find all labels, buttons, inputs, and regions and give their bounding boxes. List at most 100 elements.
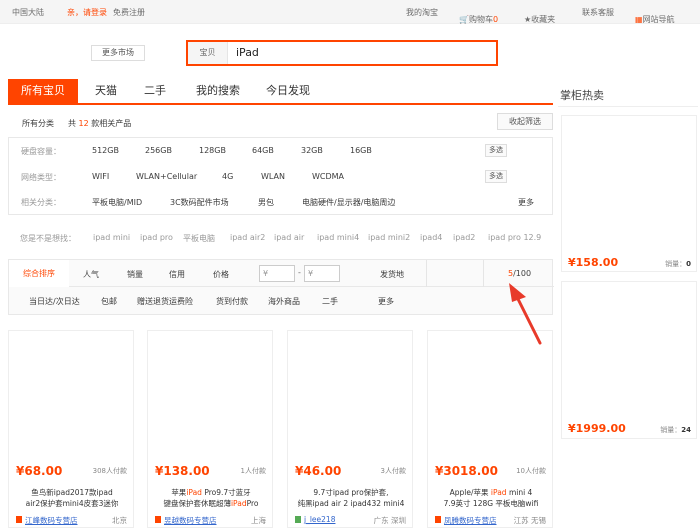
- product-title-line1[interactable]: 苹果iPad Pro9.7寸蓝牙: [154, 487, 268, 498]
- product-title-line2[interactable]: air2保护套mini4皮套3迷你: [15, 498, 129, 509]
- shop-link[interactable]: 凤腾数码专营店: [435, 515, 497, 526]
- suggestion-link[interactable]: ipad mini4: [317, 233, 359, 242]
- service-option[interactable]: 包邮: [101, 296, 117, 307]
- more-market-button[interactable]: 更多市场: [91, 45, 145, 61]
- product-price: ¥3018.00: [435, 464, 499, 478]
- sidebar-product-price: ¥1999.00: [568, 422, 626, 435]
- service-option[interactable]: 当日达/次日达: [29, 296, 80, 307]
- filter-option[interactable]: 512GB: [92, 146, 119, 155]
- suggestion-link[interactable]: ipad4: [420, 233, 442, 242]
- register-link[interactable]: 免费注册: [113, 7, 145, 18]
- sidebar-product-price: ¥158.00: [568, 256, 619, 269]
- more-categories-link[interactable]: 更多: [518, 197, 534, 208]
- shop-link[interactable]: 江峰数码专营店: [16, 515, 78, 526]
- product-title-line1[interactable]: Apple/苹果 iPad mini 4: [434, 487, 548, 498]
- sort-sales[interactable]: 销量: [127, 269, 143, 280]
- filter-option[interactable]: 128GB: [199, 146, 226, 155]
- product-title-line1[interactable]: 9.7寸ipad pro保护套,: [294, 487, 408, 498]
- product-title-line2[interactable]: 纯黑ipad air 2 ipad432 mini4: [294, 498, 408, 509]
- my-taobao-link[interactable]: 我的淘宝: [406, 7, 438, 18]
- shop-link[interactable]: 昱越数码专营店: [155, 515, 217, 526]
- filter-option[interactable]: 16GB: [350, 146, 372, 155]
- multi-select-button[interactable]: 多选: [485, 170, 507, 183]
- sort-row: 综合排序 人气 销量 信用 价格 ¥ - ¥ 发货地 5/100: [9, 260, 554, 287]
- collapse-filter-button[interactable]: 收起筛选: [497, 113, 553, 130]
- suggestion-link[interactable]: ipad air2: [230, 233, 265, 242]
- product-title-line2[interactable]: 7.9英寸 128G 平板电脑wifi: [434, 498, 548, 509]
- filter-option[interactable]: WLAN: [261, 172, 285, 181]
- tab-all-items[interactable]: 所有宝贝: [8, 79, 78, 103]
- more-services-link[interactable]: 更多: [378, 296, 394, 307]
- tab-second-hand[interactable]: 二手: [135, 79, 175, 103]
- suggestion-link[interactable]: ipad air: [274, 233, 304, 242]
- service-option[interactable]: 货到付款: [216, 296, 248, 307]
- filter-option[interactable]: 32GB: [301, 146, 323, 155]
- price-min-input[interactable]: ¥: [259, 265, 295, 282]
- search-box: 宝贝: [186, 40, 498, 66]
- login-link[interactable]: 亲，请登录: [67, 7, 107, 18]
- product-sold: 10人付款: [516, 467, 546, 475]
- filter-option[interactable]: 3C数码配件市场: [170, 197, 229, 208]
- sort-popularity[interactable]: 人气: [83, 269, 99, 280]
- suggestion-link[interactable]: ipad pro 12.9: [488, 233, 541, 242]
- site-nav-link[interactable]: ▦网站导航: [635, 7, 675, 24]
- customer-service-link[interactable]: 联系客服: [582, 7, 614, 18]
- filter-option[interactable]: 4G: [222, 172, 233, 181]
- service-option[interactable]: 赠送退货运费险: [137, 296, 193, 307]
- product-location: 上海: [251, 516, 266, 525]
- filter-option[interactable]: 平板电脑/MID: [92, 197, 142, 208]
- filter-option[interactable]: WIFI: [92, 172, 109, 181]
- tab-today-discover[interactable]: 今日发现: [258, 79, 318, 103]
- sort-price[interactable]: 价格: [213, 269, 229, 280]
- filter-panel: 硬盘容量： 512GB 256GB 128GB 64GB 32GB 16GB 多…: [8, 137, 553, 215]
- product-price: ¥138.00: [155, 464, 210, 478]
- sort-credit[interactable]: 信用: [169, 269, 185, 280]
- filter-option[interactable]: 256GB: [145, 146, 172, 155]
- shop-icon: [16, 516, 22, 523]
- service-option[interactable]: 二手: [322, 296, 338, 307]
- suggestion-link[interactable]: ipad mini2: [368, 233, 410, 242]
- ship-from-selector[interactable]: 发货地: [380, 269, 404, 280]
- product-location: 北京: [112, 516, 127, 525]
- filter-option[interactable]: WLAN+Cellular: [136, 172, 197, 181]
- price-max-input[interactable]: ¥: [304, 265, 340, 282]
- shop-link[interactable]: j_lee218: [295, 515, 335, 524]
- sidebar-product-card[interactable]: ¥158.00 销量：0: [561, 115, 697, 272]
- shop-icon: [295, 516, 301, 523]
- sidebar-product-card[interactable]: ¥1999.00 销量：24: [561, 281, 697, 439]
- product-sold: 308人付款: [92, 467, 127, 475]
- result-tabs: 所有宝贝 天猫 二手 我的搜索 今日发现: [8, 79, 553, 105]
- region-selector[interactable]: 中国大陆: [12, 7, 44, 18]
- search-type-selector[interactable]: 宝贝: [188, 42, 228, 64]
- suggestion-link[interactable]: ipad pro: [140, 233, 173, 242]
- sidebar-product-sales: 销量：0: [665, 260, 691, 268]
- suggestion-link[interactable]: 平板电脑: [183, 233, 215, 244]
- cart-link[interactable]: 🛒购物车0: [459, 7, 498, 24]
- filter-option[interactable]: 电脑硬件/显示器/电脑周边: [302, 197, 395, 208]
- filter-option[interactable]: WCDMA: [312, 172, 344, 181]
- product-location: 广东 深圳: [373, 516, 406, 525]
- suggestion-link[interactable]: ipad2: [453, 233, 475, 242]
- sidebar-product-sales: 销量：24: [660, 426, 691, 434]
- product-title-line1[interactable]: 鱼鸟新ipad2017款ipad: [15, 487, 129, 498]
- tab-tmall[interactable]: 天猫: [86, 79, 126, 103]
- shop-icon: [155, 516, 161, 523]
- suggestion-link[interactable]: ipad mini: [93, 233, 130, 242]
- product-card[interactable]: ¥3018.00 10人付款 Apple/苹果 iPad mini 4 7.9英…: [427, 330, 553, 528]
- product-card[interactable]: ¥68.00 308人付款 鱼鸟新ipad2017款ipad air2保护套mi…: [8, 330, 134, 528]
- search-input[interactable]: [236, 42, 486, 64]
- sort-default[interactable]: 综合排序: [9, 260, 69, 287]
- filter-option[interactable]: 64GB: [252, 146, 274, 155]
- multi-select-button[interactable]: 多选: [485, 144, 507, 157]
- result-count: 共 12 款相关产品: [68, 119, 132, 128]
- page-indicator: 5/100: [508, 269, 532, 278]
- product-location: 江苏 无锡: [513, 516, 546, 525]
- tab-my-search[interactable]: 我的搜索: [188, 79, 248, 103]
- favorites-link[interactable]: ★收藏夹: [524, 7, 555, 24]
- filter-option[interactable]: 男包: [258, 197, 274, 208]
- all-categories-link[interactable]: 所有分类: [22, 118, 54, 129]
- product-card[interactable]: ¥138.00 1人付款 苹果iPad Pro9.7寸蓝牙 键盘保护套休眠超薄i…: [147, 330, 273, 528]
- service-option[interactable]: 海外商品: [268, 296, 300, 307]
- product-title-line2[interactable]: 键盘保护套休眠超薄iPadPro: [154, 498, 268, 509]
- product-card[interactable]: ¥46.00 3人付款 9.7寸ipad pro保护套, 纯黑ipad air …: [287, 330, 413, 528]
